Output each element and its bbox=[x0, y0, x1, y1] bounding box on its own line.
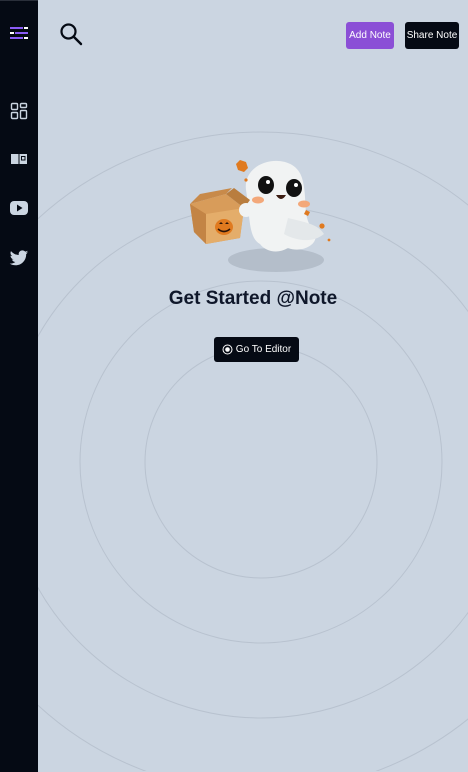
sidebar bbox=[0, 0, 38, 772]
book-icon bbox=[11, 154, 27, 164]
menu-toggle-button[interactable] bbox=[0, 25, 38, 41]
sidebar-item-dashboard[interactable] bbox=[0, 102, 38, 120]
page-title: Get Started @Note bbox=[168, 288, 338, 309]
sidebar-item-twitter[interactable] bbox=[0, 250, 38, 267]
radio-dot-icon bbox=[222, 344, 233, 355]
main-area: Add Note Share Note Get Started @Note Go… bbox=[38, 0, 468, 771]
search-icon bbox=[60, 23, 83, 46]
share-note-button[interactable]: Share Note bbox=[405, 22, 459, 49]
menu-icon bbox=[10, 27, 28, 39]
sidebar-item-book[interactable] bbox=[0, 152, 38, 166]
dashboard-icon bbox=[10, 102, 28, 120]
twitter-icon bbox=[9, 250, 29, 266]
go-to-editor-button[interactable]: Go To Editor bbox=[214, 337, 299, 362]
add-note-button[interactable]: Add Note bbox=[346, 22, 394, 49]
search-button[interactable] bbox=[59, 22, 83, 46]
sidebar-item-youtube[interactable] bbox=[0, 200, 38, 216]
go-to-editor-label: Go To Editor bbox=[235, 344, 292, 355]
background-rings bbox=[38, 131, 468, 771]
ghost-with-box-illustration bbox=[190, 160, 331, 272]
youtube-icon bbox=[10, 201, 28, 215]
